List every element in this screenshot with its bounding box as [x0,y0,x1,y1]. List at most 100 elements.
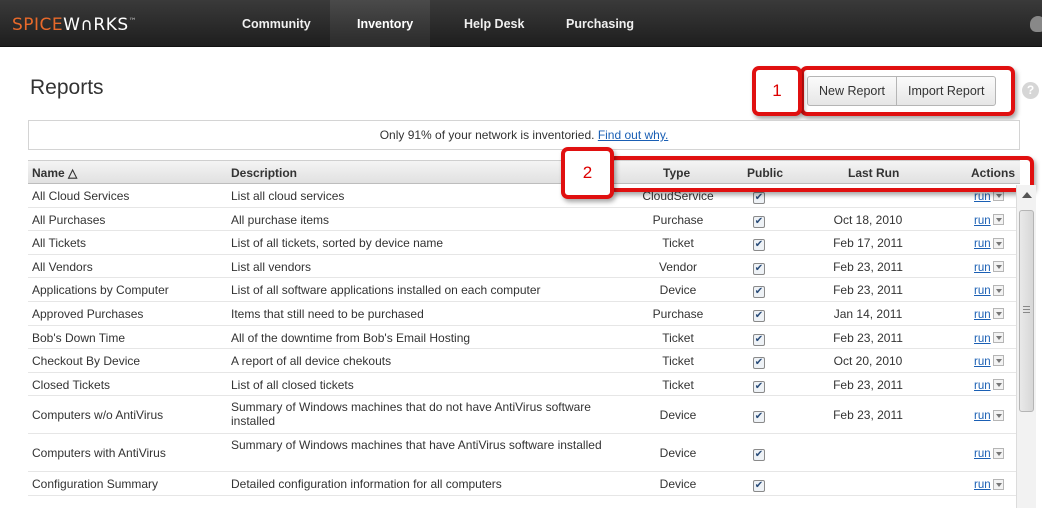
table-row[interactable]: Configuration Summary Detailed configurat… [28,472,1020,496]
checkmark-icon: ✔ [753,357,765,370]
table-scrollbar[interactable] [1016,185,1036,508]
row-type: Device [659,408,697,423]
chevron-down-icon[interactable] [992,261,1004,273]
row-last-run: Feb 23, 2011 [833,408,903,423]
row-description: Items that still need to be purchased [231,306,424,321]
checkmark-icon: ✔ [753,449,765,462]
find-out-why-link[interactable]: Find out why. [598,128,668,142]
public-checkbox[interactable]: ✔ [753,283,765,299]
checkmark-icon: ✔ [753,480,765,493]
table-row[interactable]: Computers w/o AntiVirus Summary of Window… [28,396,1020,435]
row-type: Ticket [662,330,694,345]
run-link[interactable]: run [974,380,991,392]
public-checkbox[interactable]: ✔ [753,378,765,393]
nav-item-help-desk[interactable]: Help Desk [464,17,524,31]
chevron-down-icon[interactable] [992,409,1004,421]
nav-item-community[interactable]: Community [242,17,311,31]
callout-1-frame [800,66,1015,116]
public-checkbox[interactable]: ✔ [753,236,765,252]
checkmark-icon: ✔ [753,262,765,275]
row-last-run: Jan 14, 2011 [833,306,903,321]
row-last-run: Oct 20, 2010 [833,354,903,369]
run-link[interactable]: run [974,333,991,345]
column-header-description[interactable]: Description [231,166,297,180]
chevron-down-icon[interactable] [992,237,1004,249]
nav-item-inventory[interactable]: Inventory [357,17,413,31]
table-row[interactable]: Checkout By Device A report of all device… [28,349,1020,373]
table-row[interactable]: All Tickets List of all tickets, sorted b… [28,231,1020,255]
table-row[interactable]: Bob's Down Time All of the downtime from … [28,326,1020,350]
checkmark-icon: ✔ [753,309,765,322]
chevron-down-icon[interactable] [992,331,1004,343]
row-actions: run [974,354,1004,368]
public-checkbox[interactable]: ✔ [753,446,765,462]
chevron-down-icon[interactable] [992,379,1004,391]
row-name: Applications by Computer [32,283,169,298]
row-name: All Cloud Services [32,189,130,203]
row-type: Device [659,283,697,298]
callout-2-number: 2 [561,147,614,199]
row-description: All purchase items [231,212,330,227]
row-last-run: Oct 18, 2010 [833,212,903,227]
run-link[interactable]: run [974,191,991,203]
notice-text: Only 91% of your network is inventoried. [379,128,595,142]
public-checkbox[interactable]: ✔ [753,477,765,493]
row-type: Ticket [662,354,694,369]
logo-text-works: W∩RKS [63,15,129,35]
row-name: Approved Purchases [32,306,144,321]
run-link[interactable]: run [974,448,991,460]
row-last-run: Feb 23, 2011 [833,259,903,274]
chevron-down-icon[interactable] [992,308,1004,320]
run-link[interactable]: run [974,479,991,491]
chevron-down-icon[interactable] [992,478,1004,490]
user-avatar-icon[interactable] [1030,16,1042,32]
row-type: Ticket [662,377,694,392]
row-name: All Tickets [32,236,87,251]
top-nav-bar: SPICEW∩RKS™ Community Inventory Help Des… [0,0,1042,47]
scrollbar-thumb[interactable] [1019,210,1034,412]
page-title: Reports [30,76,104,99]
public-checkbox[interactable]: ✔ [753,260,765,275]
run-link[interactable]: run [974,309,991,321]
run-link[interactable]: run [974,215,991,227]
chevron-down-icon[interactable] [992,213,1004,225]
row-actions: run [974,408,1004,422]
run-link[interactable]: run [974,238,991,250]
public-checkbox[interactable]: ✔ [753,307,765,322]
run-link[interactable]: run [974,262,991,274]
table-row[interactable]: Applications by Computer List of all soft… [28,278,1020,302]
run-link[interactable]: run [974,285,991,297]
row-actions: run [974,477,1004,491]
checkmark-icon: ✔ [753,239,765,252]
column-header-name[interactable]: Name △ [32,166,77,180]
row-description: All of the downtime from Bob's Email Hos… [231,330,471,345]
spiceworks-logo[interactable]: SPICEW∩RKS™ [12,15,137,35]
run-link[interactable]: run [974,410,991,422]
row-last-run: Feb 23, 2011 [833,330,903,345]
reports-table: Name △ Description Type Public Last Run … [28,160,1020,496]
table-body: All Cloud Services List all cloud service… [28,184,1020,496]
row-type: Device [659,477,697,492]
chevron-down-icon[interactable] [992,447,1004,459]
table-row[interactable]: All Purchases All purchase items Purchase ✔… [28,208,1020,232]
run-link[interactable]: run [974,356,991,368]
scroll-up-arrow-icon[interactable] [1022,192,1032,198]
public-checkbox[interactable]: ✔ [753,213,765,228]
chevron-down-icon[interactable] [992,284,1004,296]
public-checkbox[interactable]: ✔ [753,331,765,346]
inventory-notice: Only 91% of your network is inventoried.… [28,120,1020,150]
row-actions: run [974,378,1004,392]
nav-item-purchasing[interactable]: Purchasing [566,17,634,31]
help-icon[interactable]: ? [1022,82,1039,99]
public-checkbox[interactable]: ✔ [753,408,765,424]
table-row[interactable]: All Vendors List all vendors Vendor ✔ Feb 23… [28,255,1020,279]
row-description: List all vendors [231,259,312,274]
row-description: A report of all device chekouts [231,354,392,369]
row-name: All Vendors [32,259,93,274]
chevron-down-icon[interactable] [992,355,1004,367]
public-checkbox[interactable]: ✔ [753,354,765,370]
table-row[interactable]: Approved Purchases Items that still need … [28,302,1020,326]
table-row[interactable]: Closed Tickets List of all closed tickets… [28,373,1020,397]
table-row[interactable]: Computers with AntiVirus Summary of Windo… [28,434,1020,473]
row-type: Device [659,446,697,461]
